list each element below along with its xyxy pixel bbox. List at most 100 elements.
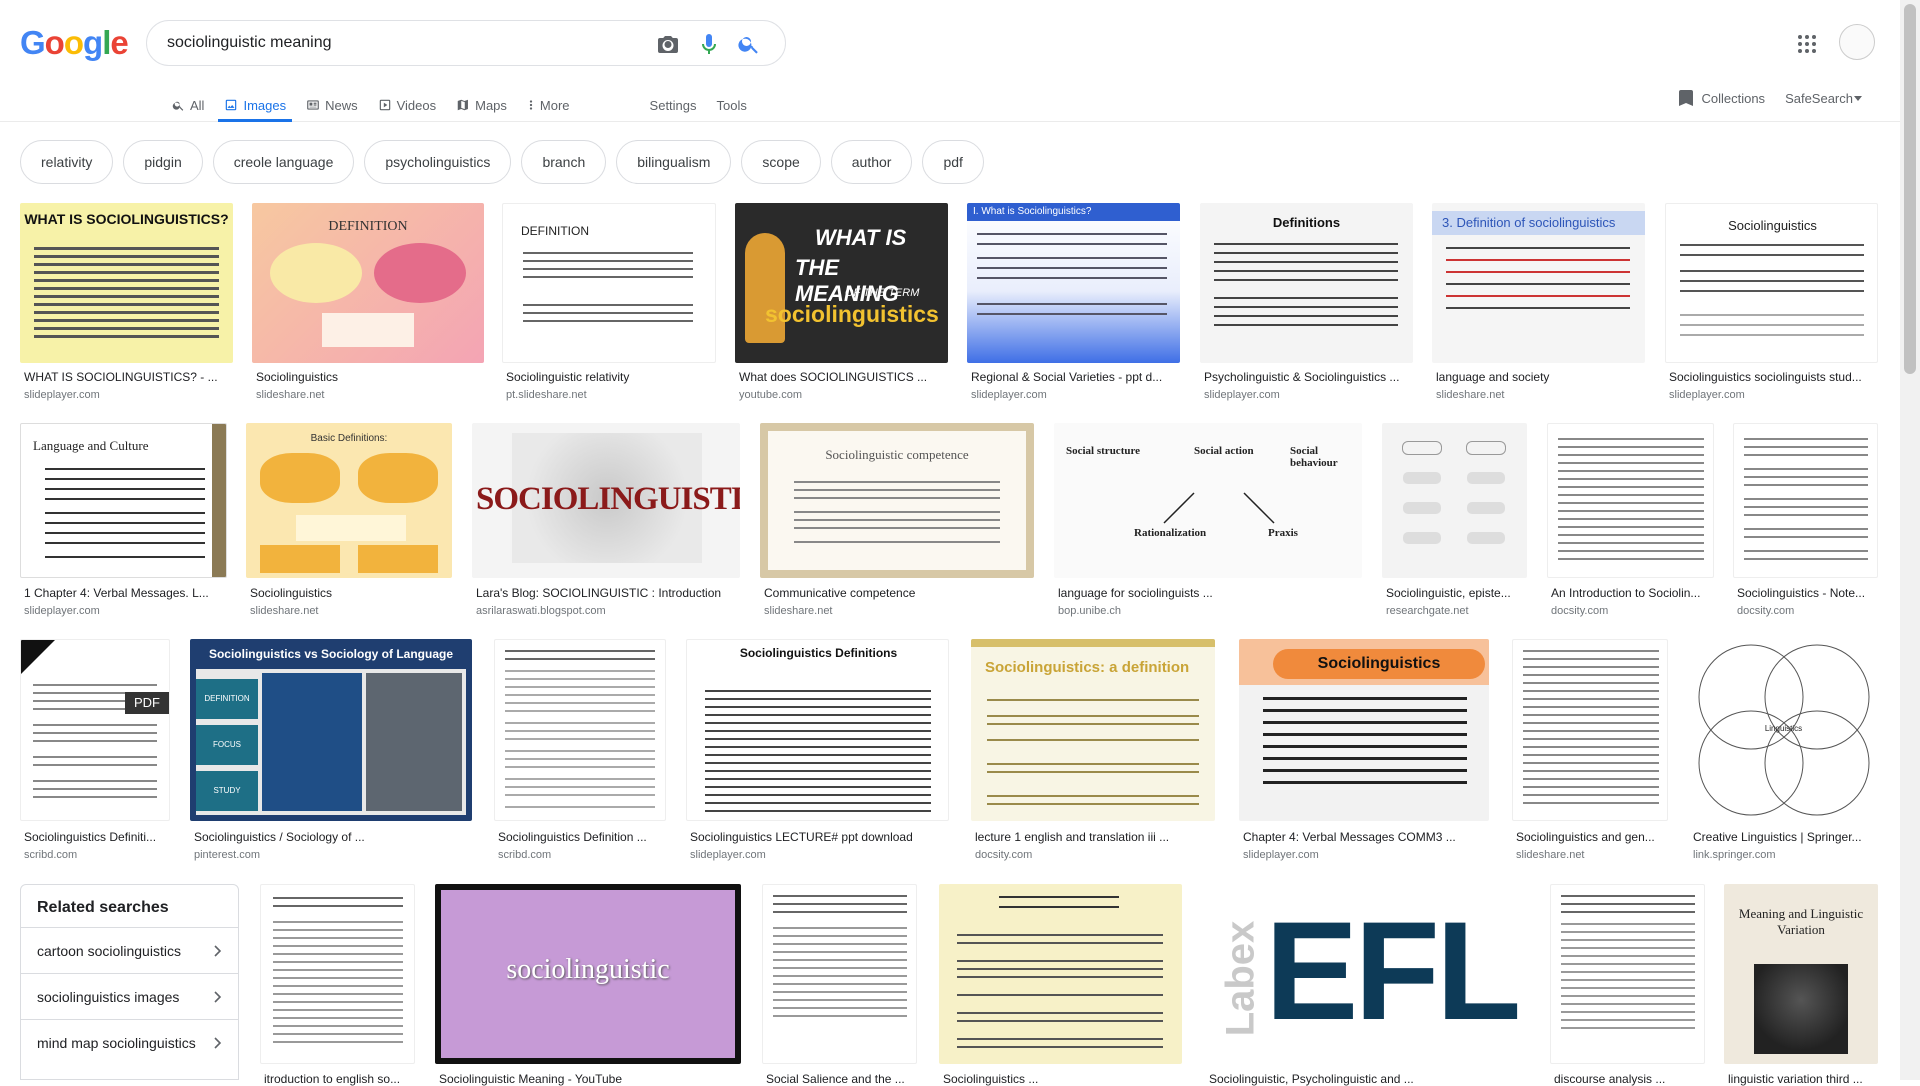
result-caption[interactable]: Sociolinguistics and gen... (1516, 830, 1670, 844)
result-caption[interactable]: discourse analysis ... (1554, 1072, 1704, 1086)
result-caption[interactable]: Sociolinguistics (256, 370, 481, 384)
result-thumbnail[interactable]: Sociolinguistics Definitions (686, 639, 949, 821)
result-thumbnail[interactable] (1550, 884, 1705, 1064)
result-thumbnail[interactable]: Meaning and Linguistic Variation (1724, 884, 1878, 1064)
result-thumbnail[interactable]: Sociolinguistics (1665, 203, 1878, 363)
result-caption[interactable]: Sociolinguistics ... (943, 1072, 1183, 1086)
search-input[interactable] (167, 31, 647, 55)
result-thumbnail[interactable]: DEFINITION (502, 203, 716, 363)
result-caption[interactable]: linguistic variation third ... (1728, 1072, 1878, 1086)
image-result[interactable]: SOCIOLINGUISTICS Lara's Blog: SOCIOLINGU… (472, 423, 740, 623)
result-thumbnail[interactable] (1382, 423, 1527, 578)
chip-pidgin[interactable]: pidgin (123, 140, 203, 184)
result-thumbnail[interactable]: DEFINITION (252, 203, 484, 363)
result-caption[interactable]: Sociolinguistics (250, 586, 455, 600)
image-result[interactable]: Meaning and Linguistic Variation linguis… (1724, 884, 1878, 1086)
image-result[interactable]: DEFINITION Sociolinguistic relativity pt… (502, 203, 716, 403)
result-caption[interactable]: Sociolinguistic, episte... (1386, 586, 1528, 600)
result-thumbnail[interactable]: Sociolinguistics vs Sociology of Languag… (190, 639, 472, 821)
result-caption[interactable]: Regional & Social Varieties - ppt d... (971, 370, 1181, 384)
image-result[interactable]: Sociolinguistic competence Communicative… (760, 423, 1034, 623)
result-thumbnail[interactable]: I. What is Sociolinguistics? (967, 203, 1180, 363)
result-thumbnail[interactable] (1733, 423, 1878, 578)
related-search-item[interactable]: mind map sociolinguistics (21, 1019, 238, 1065)
apps-grid-icon[interactable] (1795, 32, 1819, 56)
image-result[interactable]: sociolinguistic Sociolinguistic Meaning … (435, 884, 741, 1086)
tools-link[interactable]: Tools (711, 88, 753, 122)
result-thumbnail[interactable]: Sociolinguistics: a definition (971, 639, 1215, 821)
microphone-icon[interactable] (697, 32, 721, 56)
result-caption[interactable]: Sociolinguistics Definition ... (498, 830, 668, 844)
result-thumbnail[interactable]: Sociolinguistics (1239, 639, 1489, 821)
image-result[interactable]: I. What is Sociolinguistics? Regional & … (967, 203, 1180, 403)
result-caption[interactable]: Chapter 4: Verbal Messages COMM3 ... (1243, 830, 1489, 844)
related-search-item[interactable]: sociolinguistics images (21, 973, 238, 1019)
result-caption[interactable]: WHAT IS SOCIOLINGUISTICS? - ... (24, 370, 234, 384)
result-thumbnail[interactable] (1512, 639, 1668, 821)
result-caption[interactable]: What does SOCIOLINGUISTICS ... (739, 370, 949, 384)
image-result[interactable]: WHAT IS THE MEANING OF THE TERM sociolin… (735, 203, 948, 403)
image-result[interactable]: discourse analysis ... (1550, 884, 1705, 1086)
result-caption[interactable]: Sociolinguistics sociolinguists stud... (1669, 370, 1879, 384)
result-thumbnail[interactable]: 3. Definition of sociolinguistics (1432, 203, 1645, 363)
image-result[interactable]: Sociolinguistic, episte... researchgate.… (1382, 423, 1527, 623)
camera-icon[interactable] (656, 32, 680, 56)
image-result[interactable]: Sociolinguistics and gen... slideshare.n… (1512, 639, 1670, 861)
scrollbar-thumb[interactable] (1904, 4, 1916, 374)
result-thumbnail[interactable]: Linguistics (1689, 639, 1878, 821)
image-result[interactable]: Sociolinguistics ... (939, 884, 1182, 1086)
chip-psycholinguistics[interactable]: psycholinguistics (364, 140, 512, 184)
result-thumbnail[interactable]: Language and Culture (20, 423, 227, 578)
result-caption[interactable]: Sociolinguistics Definiti... (24, 830, 170, 844)
image-result[interactable]: Sociolinguistics Sociolinguistics sociol… (1665, 203, 1878, 403)
chip-branch[interactable]: branch (521, 140, 607, 184)
result-thumbnail[interactable]: Basic Definitions: (246, 423, 452, 578)
chip-creole-language[interactable]: creole language (212, 140, 355, 184)
result-thumbnail[interactable] (939, 884, 1182, 1064)
result-thumbnail[interactable] (1547, 423, 1714, 578)
result-caption[interactable]: Communicative competence (764, 586, 1034, 600)
tab-more[interactable]: More (521, 88, 576, 122)
result-thumbnail[interactable]: PDF (20, 639, 170, 821)
result-thumbnail[interactable] (762, 884, 917, 1064)
result-caption[interactable]: Sociolinguistic, Psycholinguistic and ..… (1209, 1072, 1529, 1086)
image-result[interactable]: Labex EFL Sociolinguistic, Psycholinguis… (1205, 884, 1530, 1086)
result-caption[interactable]: Sociolinguistics LECTURE# ppt download (690, 830, 950, 844)
result-caption[interactable]: Sociolinguistics / Sociology of ... (194, 830, 474, 844)
chip-relativity[interactable]: relativity (20, 140, 114, 184)
result-caption[interactable]: Creative Linguistics | Springer... (1693, 830, 1879, 844)
result-caption[interactable]: 1 Chapter 4: Verbal Messages. L... (24, 586, 229, 600)
result-thumbnail[interactable]: Labex EFL (1205, 884, 1530, 1064)
result-caption[interactable]: language and society (1436, 370, 1646, 384)
result-thumbnail[interactable] (260, 884, 415, 1064)
image-result[interactable]: Social structure Social action Social be… (1054, 423, 1362, 623)
image-result[interactable]: itroduction to english so... (260, 884, 415, 1086)
result-thumbnail[interactable]: sociolinguistic (435, 884, 741, 1064)
image-result[interactable]: Linguistics Creative Linguistics | Sprin… (1689, 639, 1879, 861)
result-caption[interactable]: language for sociolinguists ... (1058, 586, 1258, 600)
image-result[interactable]: Language and Culture 1 Chapter 4: Verbal… (20, 423, 227, 623)
image-result[interactable]: Social Salience and the ... (762, 884, 917, 1086)
image-result[interactable]: Sociolinguistics - Note... docsity.com (1733, 423, 1878, 623)
related-search-item[interactable]: cartoon sociolinguistics (21, 927, 238, 973)
result-caption[interactable]: An Introduction to Sociolin... (1551, 586, 1716, 600)
chip-pdf[interactable]: pdf (922, 140, 984, 184)
image-result[interactable]: DEFINITION Sociolinguistics slideshare.n… (252, 203, 484, 403)
result-thumbnail[interactable]: WHAT IS SOCIOLINGUISTICS? (20, 203, 233, 363)
google-logo[interactable]: Google (20, 24, 129, 62)
avatar[interactable] (1839, 24, 1875, 60)
result-thumbnail[interactable]: WHAT IS THE MEANING OF THE TERM sociolin… (735, 203, 948, 363)
tab-images[interactable]: Images (218, 88, 292, 122)
tab-videos[interactable]: Videos (372, 88, 443, 122)
page-scrollbar[interactable] (1900, 0, 1920, 1080)
result-caption[interactable]: lecture 1 english and translation iii ..… (975, 830, 1215, 844)
chip-scope[interactable]: scope (741, 140, 821, 184)
image-result[interactable]: An Introduction to Sociolin... docsity.c… (1547, 423, 1714, 623)
search-icon[interactable] (737, 32, 761, 56)
image-result[interactable]: Sociolinguistics Definition ... scribd.c… (494, 639, 668, 861)
image-result[interactable]: Sociolinguistics Definitions Sociolingui… (686, 639, 950, 861)
tab-maps[interactable]: Maps (450, 88, 513, 122)
tab-all[interactable]: All (166, 88, 210, 122)
image-result[interactable]: PDF Sociolinguistics Definiti... scribd.… (20, 639, 170, 861)
settings-link[interactable]: Settings (644, 88, 703, 122)
